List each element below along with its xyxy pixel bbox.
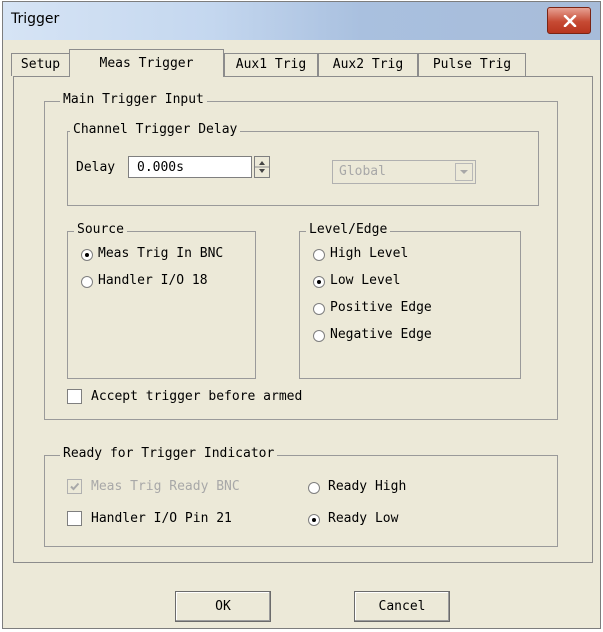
ready-high-label: Ready High	[328, 479, 407, 494]
meas-trig-ready-bnc-label: Meas Trig Ready BNC	[91, 479, 240, 494]
radio-positive-edge[interactable]	[313, 303, 325, 315]
radio-low-level[interactable]	[313, 276, 325, 288]
handler-pin21-checkbox[interactable]	[67, 511, 82, 526]
dropdown-button[interactable]	[455, 163, 473, 181]
accept-before-armed-label: Accept trigger before armed	[91, 389, 303, 404]
radio-negative-edge[interactable]	[313, 330, 325, 342]
radio-selected-dot	[312, 518, 316, 522]
meas-trig-ready-bnc-checkbox[interactable]	[67, 479, 82, 494]
level-edge-group: Level/Edge High Level Low Level Positive…	[299, 222, 521, 379]
negative-edge-label: Negative Edge	[330, 327, 432, 342]
spinner-arrows-icon	[255, 161, 269, 173]
tab-aux1-trig[interactable]: Aux1 Trig	[224, 53, 318, 76]
channel-trigger-delay-legend: Channel Trigger Delay	[70, 122, 241, 137]
accept-before-armed-checkbox[interactable]	[67, 389, 82, 404]
ready-indicator-group: Ready for Trigger Indicator Meas Trig Re…	[44, 446, 558, 547]
tab-setup[interactable]: Setup	[11, 53, 70, 76]
delay-label: Delay	[76, 160, 116, 175]
main-trigger-input-group: Main Trigger Input Channel Trigger Delay…	[44, 92, 558, 420]
delay-value: 0.000s	[137, 160, 184, 175]
channel-trigger-delay-group: Channel Trigger Delay Delay 0.000s Globa…	[67, 122, 539, 206]
close-button[interactable]	[547, 7, 591, 34]
cancel-button[interactable]: Cancel	[354, 591, 450, 622]
ready-indicator-legend: Ready for Trigger Indicator	[60, 446, 278, 461]
delay-scope-value: Global	[339, 164, 386, 179]
radio-handler-io-18[interactable]	[81, 276, 93, 288]
low-level-label: Low Level	[330, 273, 401, 288]
radio-selected-dot	[317, 280, 321, 284]
radio-ready-high[interactable]	[308, 482, 320, 494]
source-legend: Source	[74, 222, 127, 237]
chevron-down-icon	[460, 170, 468, 174]
delay-spinner[interactable]	[254, 156, 270, 178]
level-edge-legend: Level/Edge	[306, 222, 391, 237]
trigger-dialog: Trigger Setup Meas Trigger Aux1 Trig Aux…	[2, 1, 601, 629]
handler-io-18-label: Handler I/O 18	[98, 273, 208, 288]
delay-scope-select[interactable]: Global	[332, 160, 476, 184]
radio-selected-dot	[85, 253, 89, 257]
handler-pin21-label: Handler I/O Pin 21	[91, 511, 232, 526]
ready-low-label: Ready Low	[328, 511, 399, 526]
positive-edge-label: Positive Edge	[330, 300, 432, 315]
radio-high-level[interactable]	[313, 249, 325, 261]
radio-meas-trig-in-bnc[interactable]	[81, 249, 93, 261]
high-level-label: High Level	[330, 246, 409, 261]
main-trigger-input-legend: Main Trigger Input	[60, 92, 207, 107]
tab-panel-meas-trigger: Main Trigger Input Channel Trigger Delay…	[13, 76, 593, 563]
tab-pulse-trig[interactable]: Pulse Trig	[418, 53, 526, 76]
close-icon	[563, 15, 577, 27]
source-group: Source Meas Trig In BNC Handler I/O 18	[67, 222, 256, 379]
ok-button[interactable]: OK	[175, 591, 271, 622]
radio-ready-low[interactable]	[308, 514, 320, 526]
checkmark-icon	[70, 482, 80, 491]
window-title: Trigger	[11, 11, 60, 27]
title-bar: Trigger	[3, 2, 600, 40]
delay-input[interactable]: 0.000s	[128, 156, 252, 178]
meas-trig-in-bnc-label: Meas Trig In BNC	[98, 246, 224, 261]
tab-meas-trigger[interactable]: Meas Trigger	[69, 49, 224, 77]
tab-aux2-trig[interactable]: Aux2 Trig	[318, 53, 418, 76]
